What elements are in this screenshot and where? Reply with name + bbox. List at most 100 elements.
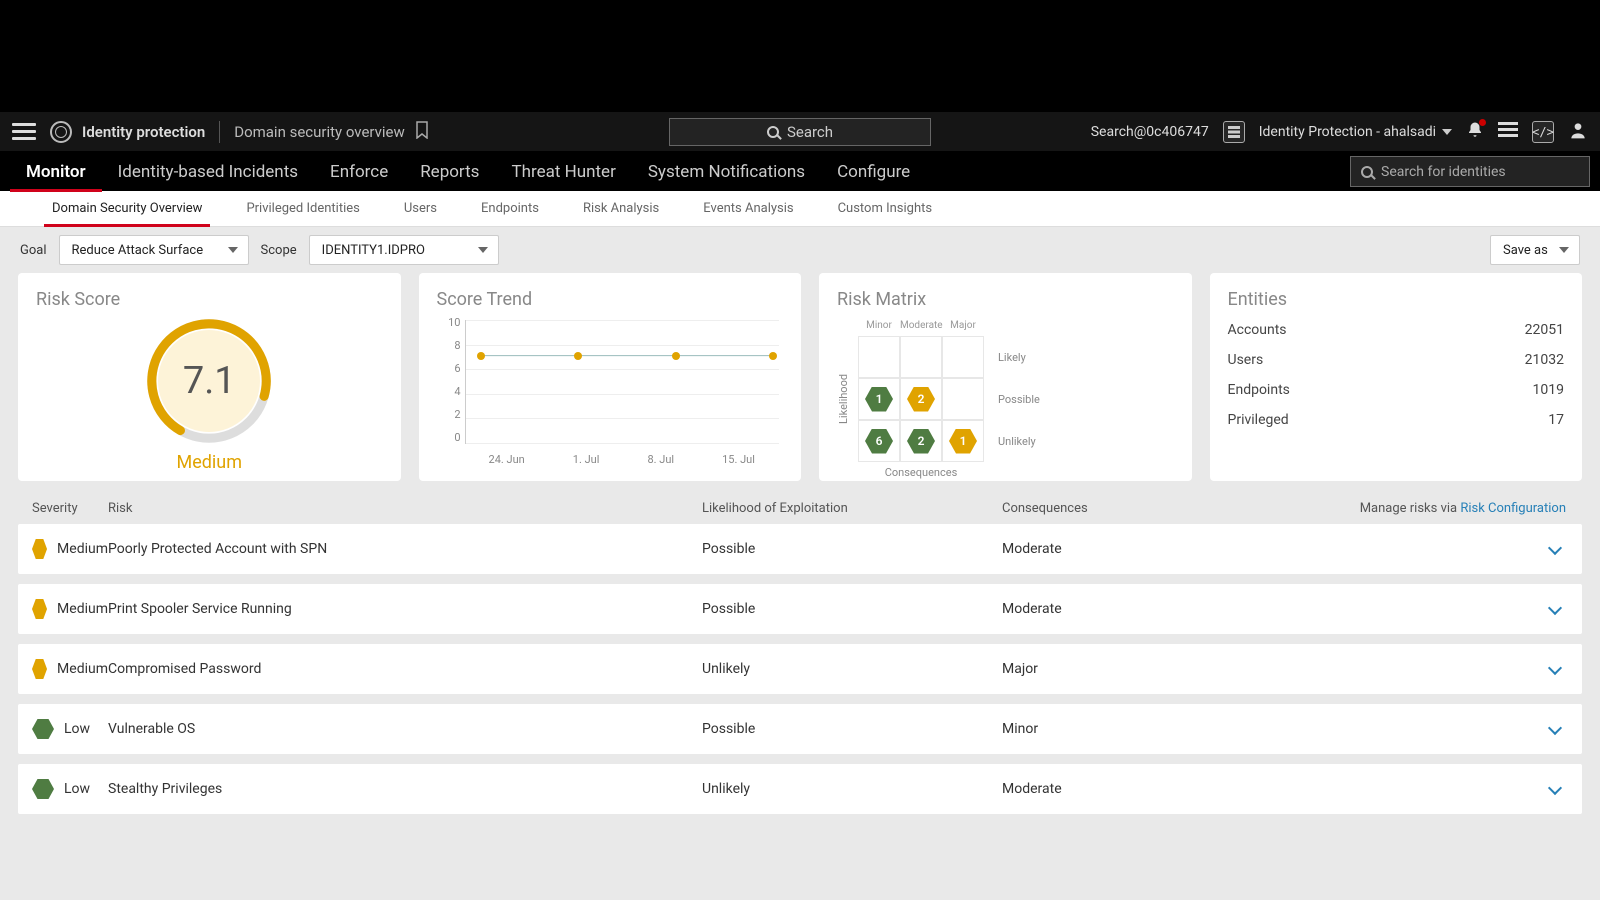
risk-configuration-link[interactable]: Risk Configuration bbox=[1460, 501, 1566, 516]
account-label[interactable]: Search@0c406747 bbox=[1091, 124, 1209, 140]
severity-icon bbox=[32, 779, 54, 799]
matrix-cell[interactable] bbox=[942, 378, 984, 420]
chart-point bbox=[574, 352, 582, 360]
breadcrumb[interactable]: Domain security overview bbox=[234, 123, 405, 141]
goal-select[interactable]: Reduce Attack Surface bbox=[59, 235, 249, 265]
search-placeholder: Search bbox=[787, 123, 833, 141]
severity-icon bbox=[32, 599, 47, 619]
matrix-cell[interactable] bbox=[858, 336, 900, 378]
entity-value: 1019 bbox=[1533, 382, 1564, 398]
matrix-cell[interactable]: 2 bbox=[900, 378, 942, 420]
risk-table: Severity Risk Likelihood of Exploitation… bbox=[0, 481, 1600, 900]
top-bar: Identity protection Domain security over… bbox=[0, 112, 1600, 151]
scope-select[interactable]: IDENTITY1.IDPRO bbox=[309, 235, 499, 265]
likelihood-value: Possible bbox=[702, 721, 1002, 737]
subtab-risk-analysis[interactable]: Risk Analysis bbox=[561, 191, 681, 227]
brand-title: Identity protection bbox=[82, 123, 205, 141]
risk-matrix-card: Risk Matrix Likelihood MinorModerateMajo… bbox=[819, 273, 1192, 481]
matrix-cell[interactable]: 1 bbox=[858, 378, 900, 420]
x-tick: 24. Jun bbox=[489, 453, 525, 466]
table-row[interactable]: LowVulnerable OSPossibleMinor bbox=[18, 704, 1582, 754]
grid-icon[interactable] bbox=[1223, 121, 1245, 143]
subtab-events-analysis[interactable]: Events Analysis bbox=[681, 191, 815, 227]
hex-badge: 1 bbox=[949, 429, 977, 454]
col-likelihood: Likelihood of Exploitation bbox=[702, 501, 1002, 516]
nav-item-threat-hunter[interactable]: Threat Hunter bbox=[495, 152, 631, 192]
risk-score-gauge: 7.1 bbox=[144, 316, 274, 446]
chart-point bbox=[769, 352, 777, 360]
risk-name: Stealthy Privileges bbox=[108, 781, 702, 797]
entity-value: 17 bbox=[1548, 412, 1564, 428]
matrix-cell[interactable]: 2 bbox=[900, 420, 942, 462]
col-severity: Severity bbox=[18, 501, 108, 516]
sub-tabs: Domain Security OverviewPrivileged Ident… bbox=[0, 191, 1600, 227]
hex-badge: 2 bbox=[907, 387, 935, 412]
severity-label: Low bbox=[64, 781, 90, 797]
entity-row: Endpoints1019 bbox=[1228, 382, 1565, 398]
table-header: Severity Risk Likelihood of Exploitation… bbox=[18, 491, 1582, 524]
subtab-custom-insights[interactable]: Custom Insights bbox=[816, 191, 955, 227]
likelihood-value: Unlikely bbox=[702, 661, 1002, 677]
x-tick: 8. Jul bbox=[647, 453, 674, 466]
entity-row: Users21032 bbox=[1228, 352, 1565, 368]
nav-item-reports[interactable]: Reports bbox=[404, 152, 495, 192]
matrix-col-header: Moderate bbox=[900, 316, 942, 336]
table-row[interactable]: MediumPoorly Protected Account with SPNP… bbox=[18, 524, 1582, 574]
stack-icon[interactable] bbox=[1498, 122, 1518, 142]
scope-label: Scope bbox=[261, 243, 297, 258]
severity-label: Low bbox=[64, 721, 90, 737]
entity-row: Accounts22051 bbox=[1228, 322, 1565, 338]
matrix-yaxis-label: Likelihood bbox=[837, 336, 850, 462]
search-icon bbox=[767, 126, 779, 138]
nav-item-identity-based-incidents[interactable]: Identity-based Incidents bbox=[102, 152, 314, 192]
identity-search[interactable]: Search for identities bbox=[1350, 156, 1590, 187]
risk-name: Compromised Password bbox=[108, 661, 702, 677]
matrix-cell[interactable] bbox=[900, 336, 942, 378]
matrix-cell[interactable]: 6 bbox=[858, 420, 900, 462]
likelihood-value: Possible bbox=[702, 541, 1002, 557]
risk-score-value: 7.1 bbox=[158, 330, 260, 432]
menu-icon[interactable] bbox=[12, 120, 36, 144]
code-icon[interactable]: </> bbox=[1532, 121, 1554, 143]
notifications-icon[interactable] bbox=[1466, 121, 1484, 143]
global-search[interactable]: Search bbox=[669, 118, 931, 146]
subtab-users[interactable]: Users bbox=[382, 191, 459, 227]
identity-search-placeholder: Search for identities bbox=[1381, 164, 1506, 180]
chart-point bbox=[672, 352, 680, 360]
nav-item-configure[interactable]: Configure bbox=[821, 152, 926, 192]
subtab-privileged-identities[interactable]: Privileged Identities bbox=[224, 191, 381, 227]
chevron-down-icon[interactable] bbox=[1548, 661, 1562, 675]
goal-label: Goal bbox=[20, 243, 47, 258]
chevron-down-icon[interactable] bbox=[1548, 601, 1562, 615]
severity-label: Medium bbox=[57, 541, 108, 557]
bookmark-icon[interactable] bbox=[415, 121, 429, 143]
user-icon[interactable] bbox=[1568, 120, 1588, 144]
matrix-xaxis-label: Consequences bbox=[858, 466, 984, 479]
tenant-dropdown[interactable]: Identity Protection - ahalsadi bbox=[1259, 124, 1452, 140]
matrix-cell[interactable] bbox=[942, 336, 984, 378]
consequence-value: Minor bbox=[1002, 721, 1302, 737]
nav-item-system-notifications[interactable]: System Notifications bbox=[632, 152, 821, 192]
card-title: Risk Score bbox=[36, 289, 383, 310]
matrix-cell[interactable]: 1 bbox=[942, 420, 984, 462]
nav-item-enforce[interactable]: Enforce bbox=[314, 152, 404, 192]
x-tick: 15. Jul bbox=[722, 453, 755, 466]
chevron-down-icon[interactable] bbox=[1548, 541, 1562, 555]
table-row[interactable]: LowStealthy PrivilegesUnlikelyModerate bbox=[18, 764, 1582, 814]
table-row[interactable]: MediumPrint Spooler Service RunningPossi… bbox=[18, 584, 1582, 634]
likelihood-value: Possible bbox=[702, 601, 1002, 617]
card-title: Risk Matrix bbox=[837, 289, 1174, 310]
table-row[interactable]: MediumCompromised PasswordUnlikelyMajor bbox=[18, 644, 1582, 694]
subtab-domain-security-overview[interactable]: Domain Security Overview bbox=[30, 191, 224, 227]
chevron-down-icon[interactable] bbox=[1548, 721, 1562, 735]
card-title: Entities bbox=[1228, 289, 1565, 310]
risk-score-rating: Medium bbox=[36, 452, 383, 473]
entity-row: Privileged17 bbox=[1228, 412, 1565, 428]
consequence-value: Moderate bbox=[1002, 601, 1302, 617]
save-as-button[interactable]: Save as bbox=[1490, 235, 1580, 265]
chevron-down-icon[interactable] bbox=[1548, 781, 1562, 795]
col-consequences: Consequences bbox=[1002, 501, 1302, 516]
x-tick: 1. Jul bbox=[573, 453, 600, 466]
subtab-endpoints[interactable]: Endpoints bbox=[459, 191, 561, 227]
nav-item-monitor[interactable]: Monitor bbox=[10, 152, 102, 192]
